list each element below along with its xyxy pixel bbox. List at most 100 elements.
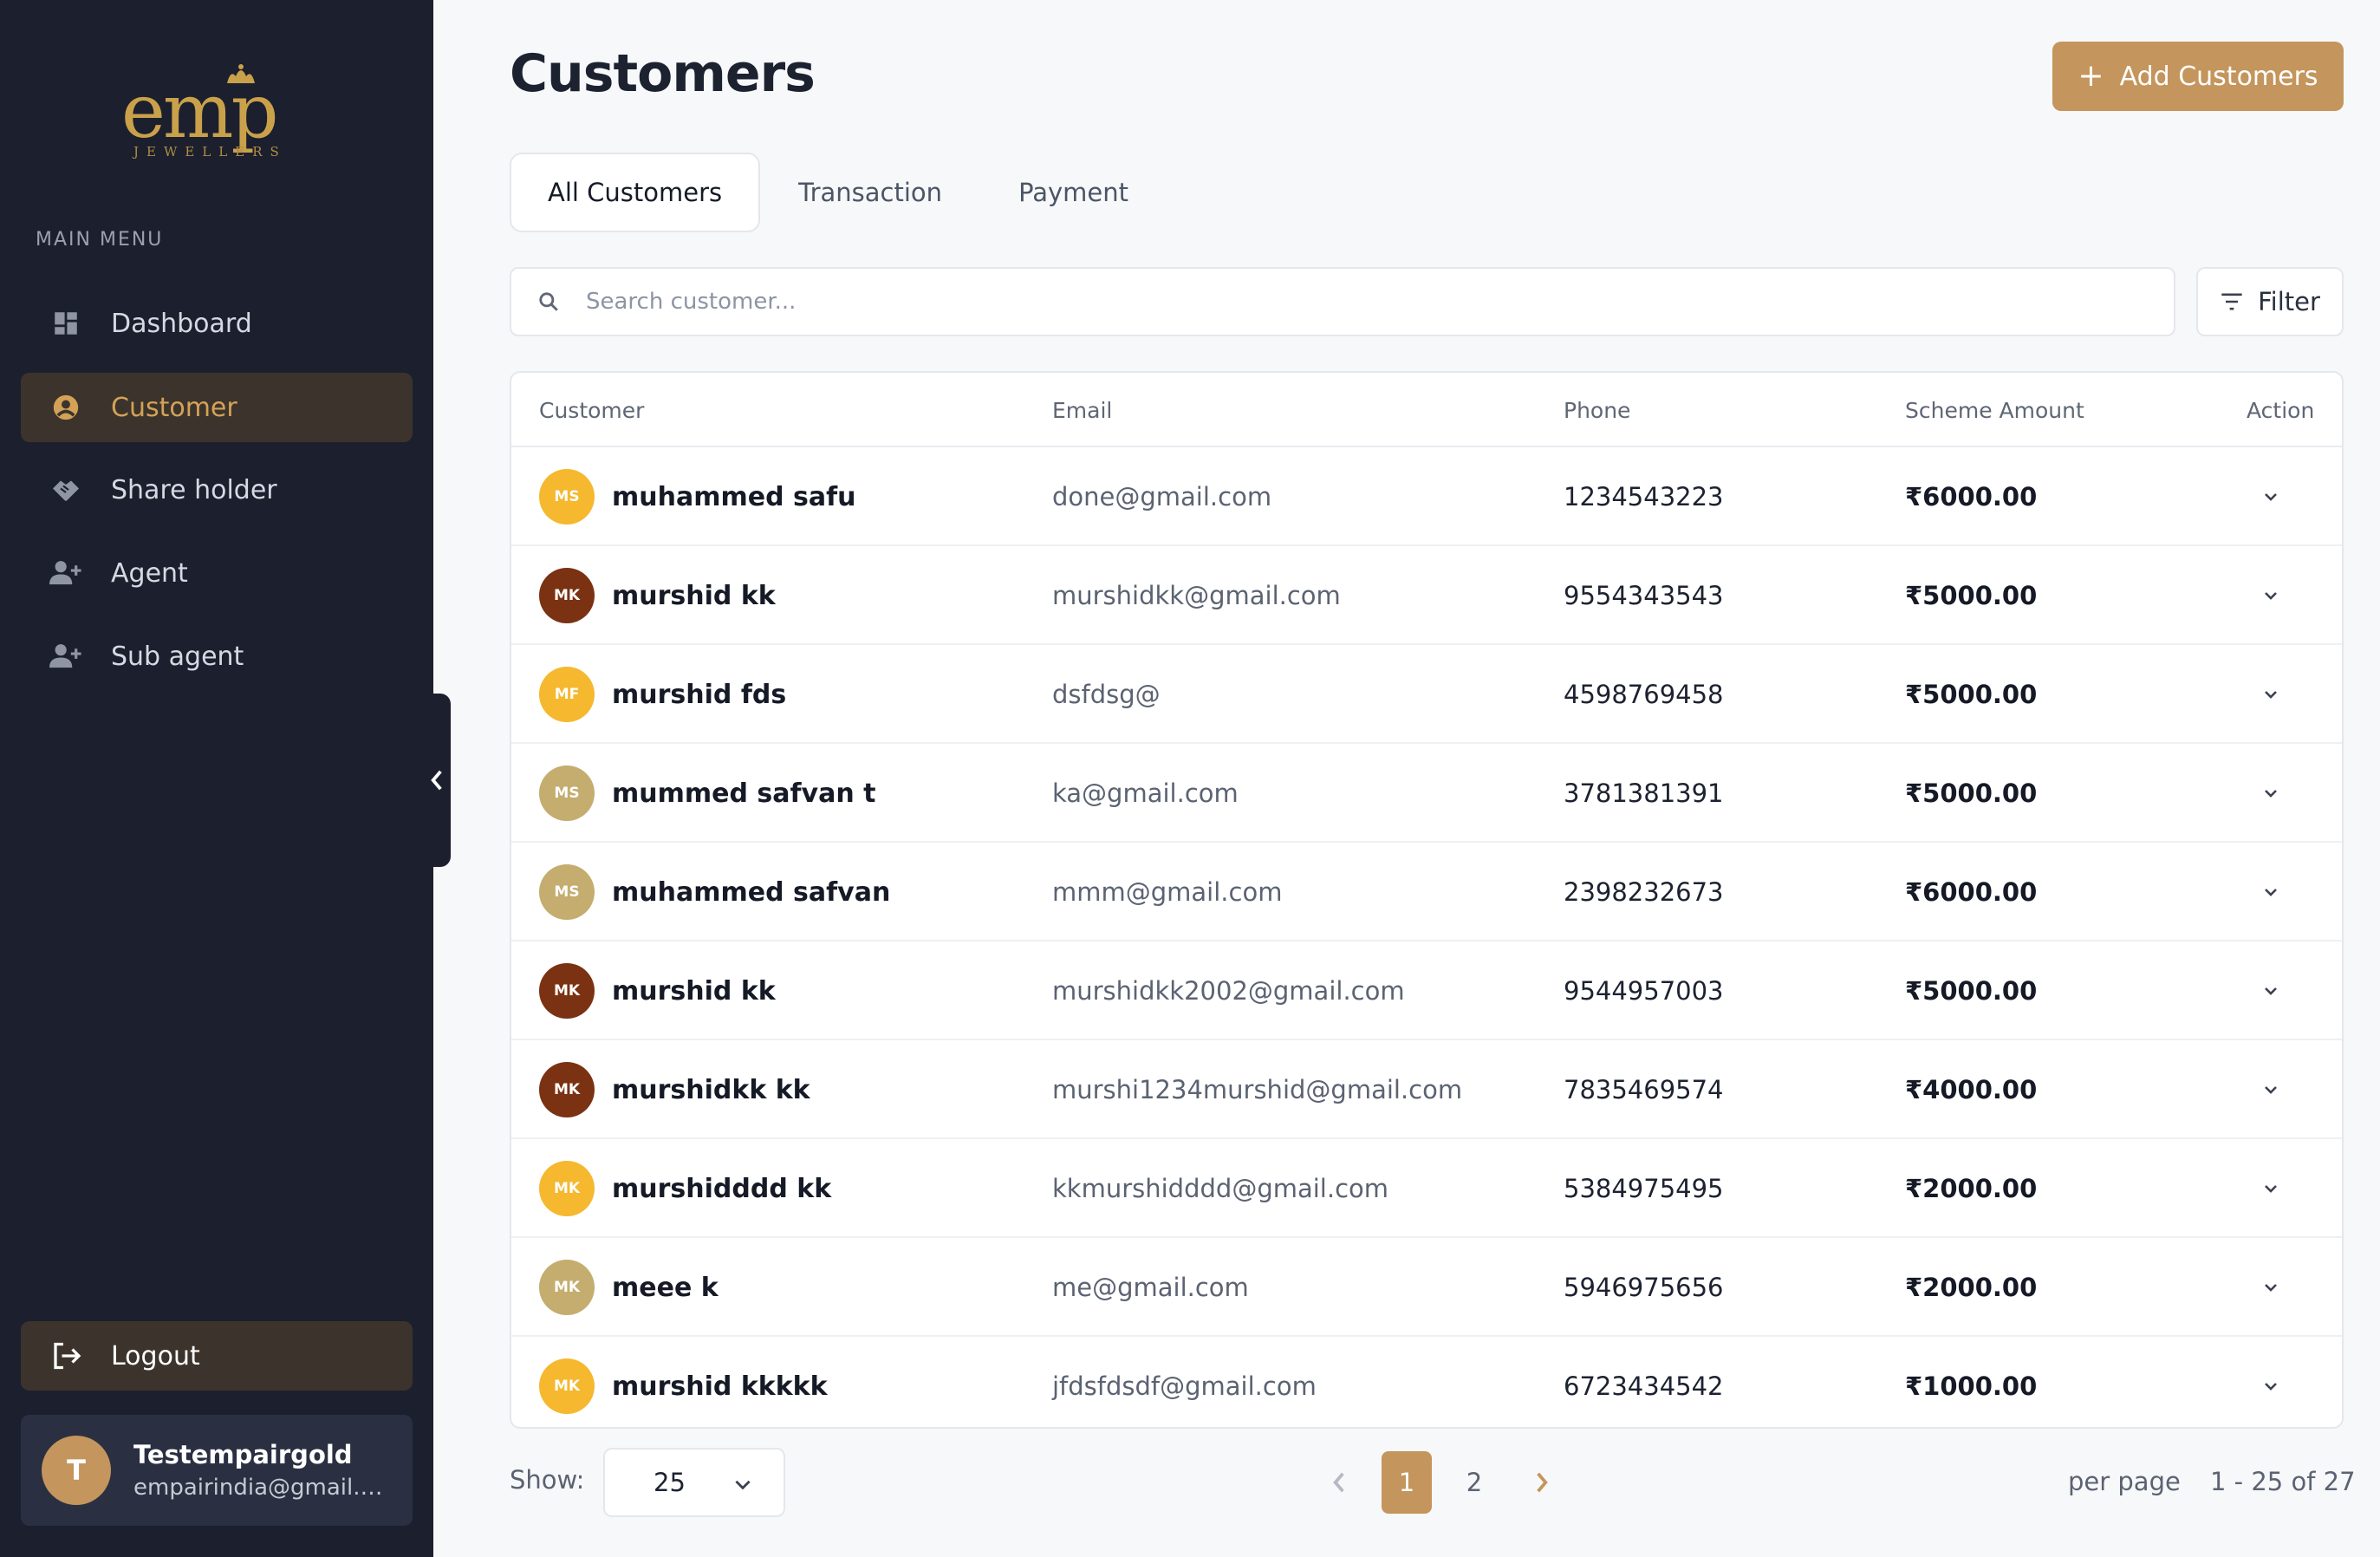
brand-logo[interactable]: emp JEWELLERS [113,55,321,168]
user-name: Testempairgold [133,1440,353,1469]
chevron-left-icon [1333,1472,1344,1493]
page-2-button[interactable]: 2 [1449,1451,1499,1514]
sidebar-item-customer[interactable]: Customer [21,373,413,442]
customer-email: me@gmail.com [1052,1273,1249,1302]
page-1-button[interactable]: 1 [1382,1451,1432,1514]
customer-email: mmm@gmail.com [1052,877,1283,907]
expand-row-button[interactable] [2236,546,2305,645]
customer-email: murshi1234murshid@gmail.com [1052,1075,1463,1104]
page-size-select[interactable]: 25 [603,1448,785,1517]
customer-name[interactable]: murshid kk [612,976,776,1007]
search-input[interactable] [586,289,2059,315]
table-row[interactable]: MS muhammed safvan mmm@gmail.com 2398232673… [511,843,2342,941]
column-header-scheme-amount: Scheme Amount [1905,397,2084,423]
sidebar-item-agent[interactable]: Agent [21,538,413,608]
page-size-value: 25 [654,1468,686,1497]
logout-button[interactable]: Logout [21,1321,413,1391]
table-row[interactable]: MK murshid kk murshidkk@gmail.com 955434354… [511,546,2342,645]
expand-row-button[interactable] [2236,941,2305,1040]
chevron-right-icon [1537,1472,1548,1493]
per-page-label: per page [2068,1467,2181,1496]
customer-phone: 2398232673 [1564,877,1724,907]
customer-phone: 4598769458 [1564,680,1724,709]
pagination: 1 2 [1305,1451,1576,1514]
column-header-phone: Phone [1564,397,1631,423]
chevron-down-icon [2265,1284,2277,1292]
customer-name[interactable]: murshidkk kk [612,1075,810,1105]
customer-name[interactable]: muhammed safvan [612,877,890,908]
logo-subtext: JEWELLERS [133,144,287,160]
tab-payment[interactable]: Payment [980,153,1167,232]
customer-name[interactable]: muhammed safu [612,482,856,512]
table-row[interactable]: MK murshid kkkkk jfdsfdsdf@gmail.com 672343… [511,1337,2342,1427]
expand-row-button[interactable] [2236,843,2305,941]
expand-row-button[interactable] [2236,1139,2305,1238]
avatar: MK [539,1358,595,1414]
customers-table: Customer Email Phone Scheme Amount Actio… [510,371,2344,1429]
logo-text: emp [121,68,278,155]
customer-name[interactable]: mummed safvan t [612,778,876,809]
next-page-button[interactable] [1517,1451,1567,1514]
sidebar-collapse-toggle[interactable] [423,694,451,867]
table-row[interactable]: MK murshid kk murshidkk2002@gmail.com 95449… [511,941,2342,1040]
user-profile-card[interactable]: T Testempairgold empairindia@gmail.com [21,1415,413,1526]
scheme-amount: ₹5000.00 [1905,581,2038,610]
scheme-amount: ₹6000.00 [1905,877,2038,907]
customer-name[interactable]: meee k [612,1273,719,1303]
table-row[interactable]: MK murshidddd kk kkmurshidddd@gmail.com 538… [511,1139,2342,1238]
customer-name[interactable]: murshid kk [612,581,776,611]
tab-all-customers[interactable]: All Customers [510,153,761,232]
chevron-down-icon [732,1472,754,1502]
customer-name[interactable]: murshid fds [612,680,786,710]
customer-cell: MK murshidddd kk [539,1139,831,1238]
expand-row-button[interactable] [2236,645,2305,744]
sidebar: emp JEWELLERS MAIN MENU Dashboard Custom… [0,0,433,1557]
scheme-amount: ₹4000.00 [1905,1075,2038,1104]
tab-transaction[interactable]: Transaction [760,153,980,232]
table-row[interactable]: MK murshidkk kk murshi1234murshid@gmail.co… [511,1040,2342,1139]
customer-phone: 6723434542 [1564,1371,1724,1401]
scheme-amount: ₹2000.00 [1905,1174,2038,1203]
show-label: Show: [510,1465,585,1495]
table-body: MS muhammed safu done@gmail.com 1234543223 ₹… [511,447,2342,1427]
expand-row-button[interactable] [2236,744,2305,843]
customer-cell: MS muhammed safu [539,447,856,546]
avatar: MS [539,469,595,524]
chevron-down-icon [2265,1086,2277,1094]
avatar: MK [539,568,595,623]
previous-page-button[interactable] [1314,1451,1364,1514]
avatar: MS [539,864,595,920]
table-row[interactable]: MS muhammed safu done@gmail.com 1234543223 ₹… [511,447,2342,546]
customer-email: jfdsfdsdf@gmail.com [1052,1371,1317,1401]
customer-cell: MF murshid fds [539,645,786,744]
expand-row-button[interactable] [2236,1238,2305,1337]
filter-button[interactable]: Filter [2196,267,2344,336]
chevron-down-icon [2265,691,2277,699]
chevron-down-icon [2265,987,2277,995]
sidebar-item-dashboard[interactable]: Dashboard [21,289,413,358]
customer-email: murshidkk@gmail.com [1052,581,1341,610]
expand-row-button[interactable] [2236,1337,2305,1427]
page-title: Customers [510,43,816,104]
chevron-down-icon [2265,1185,2277,1193]
table-row[interactable]: MK meee k me@gmail.com 5946975656 ₹2000.00 [511,1238,2342,1337]
sidebar-item-sub-agent[interactable]: Sub agent [21,622,413,691]
chevron-down-icon [2265,790,2277,798]
chevron-left-icon [431,770,442,791]
dashboard-icon [49,306,83,341]
avatar: MK [539,1062,595,1117]
customer-phone: 1234543223 [1564,482,1724,511]
expand-row-button[interactable] [2236,447,2305,546]
customer-name[interactable]: murshid kkkkk [612,1371,828,1402]
sidebar-item-share-holder[interactable]: Share holder [21,455,413,524]
customer-cell: MK murshidkk kk [539,1040,810,1139]
add-customers-button[interactable]: + Add Customers [2052,42,2344,111]
customer-name[interactable]: murshidddd kk [612,1174,831,1204]
table-row[interactable]: MS mummed safvan t ka@gmail.com 3781381391 ₹… [511,744,2342,843]
sidebar-item-label: Share holder [111,474,277,505]
plus-icon: + [2078,58,2104,94]
person-add-icon [49,639,83,674]
expand-row-button[interactable] [2236,1040,2305,1139]
sidebar-item-label: Agent [111,557,188,589]
table-row[interactable]: MF murshid fds dsfdsg@ 4598769458 ₹5000.00 [511,645,2342,744]
